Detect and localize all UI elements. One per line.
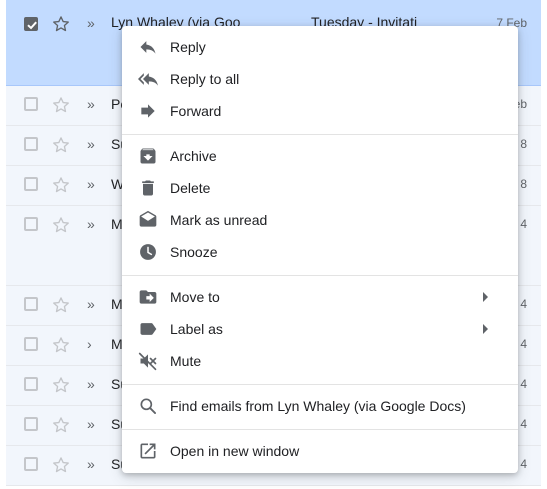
menu-item-label: Mark as unread [170, 212, 268, 228]
reply-all-icon [138, 73, 158, 86]
star-icon[interactable] [51, 295, 71, 315]
sender-name: M [111, 296, 123, 312]
menu-item-move-to[interactable]: Move to [122, 281, 518, 313]
menu-divider [122, 429, 518, 430]
importance-marker[interactable]: » [87, 296, 95, 312]
row-checkbox[interactable] [24, 137, 38, 151]
star-icon[interactable] [51, 175, 71, 195]
star-icon[interactable] [51, 95, 71, 115]
menu-item-reply[interactable]: Reply [122, 31, 518, 63]
menu-item-label: Snooze [170, 244, 218, 260]
check-icon [27, 21, 37, 30]
menu-item-label-as[interactable]: Label as [122, 313, 518, 345]
menu-item-delete[interactable]: Delete [122, 172, 518, 204]
star-icon[interactable] [51, 415, 71, 435]
sender-name: M [111, 336, 123, 352]
menu-item-find-emails[interactable]: Find emails from Lyn Whaley (via Google … [122, 390, 518, 422]
importance-marker[interactable]: » [87, 416, 95, 432]
menu-divider [122, 134, 518, 135]
menu-item-label: Reply to all [170, 71, 240, 87]
menu-item-label: Label as [170, 321, 223, 337]
email-date: 4 [520, 417, 527, 431]
menu-item-reply-all[interactable]: Reply to all [122, 63, 518, 95]
context-menu: Reply Reply to all Forward Archive Delet… [122, 26, 518, 473]
row-checkbox[interactable] [24, 377, 38, 391]
submenu-arrow-icon [483, 324, 488, 334]
menu-item-archive[interactable]: Archive [122, 140, 518, 172]
email-date: 8 [520, 137, 527, 151]
row-checkbox[interactable] [24, 457, 38, 471]
importance-marker[interactable]: » [87, 216, 95, 232]
menu-item-open-new-window[interactable]: Open in new window [122, 435, 518, 467]
forward-icon [141, 104, 155, 118]
menu-item-label: Reply [170, 39, 206, 55]
email-date: 4 [520, 217, 527, 231]
email-date: 8 [520, 177, 527, 191]
menu-item-label: Move to [170, 289, 220, 305]
menu-item-forward[interactable]: Forward [122, 95, 518, 127]
row-checkbox[interactable] [24, 177, 38, 191]
row-checkbox[interactable] [24, 417, 38, 431]
star-icon[interactable] [51, 455, 71, 475]
menu-item-snooze[interactable]: Snooze [122, 236, 518, 268]
mark-unread-icon [139, 210, 157, 227]
trash-icon [142, 180, 154, 196]
email-date: 4 [520, 297, 527, 311]
menu-item-mark-unread[interactable]: Mark as unread [122, 204, 518, 236]
open-in-new-icon [140, 443, 156, 459]
menu-item-label: Find emails from Lyn Whaley (via Google … [170, 398, 466, 414]
menu-item-label: Archive [170, 148, 217, 164]
star-icon[interactable] [51, 135, 71, 155]
menu-item-mute[interactable]: Mute [122, 345, 518, 377]
email-date: 4 [520, 337, 527, 351]
menu-item-label: Mute [170, 353, 202, 369]
star-icon[interactable] [51, 335, 71, 355]
menu-divider [122, 384, 518, 385]
submenu-arrow-icon [483, 292, 488, 302]
row-checkbox[interactable] [24, 297, 38, 311]
mute-icon [138, 352, 157, 371]
importance-marker[interactable]: » [87, 15, 95, 31]
row-checkbox-checked[interactable] [24, 17, 38, 31]
importance-marker[interactable]: » [87, 96, 95, 112]
row-checkbox[interactable] [24, 97, 38, 111]
sender-name: M [111, 216, 123, 232]
row-checkbox[interactable] [24, 217, 38, 231]
menu-item-label: Forward [170, 103, 222, 119]
row-checkbox[interactable] [24, 337, 38, 351]
label-icon [140, 323, 157, 335]
search-icon [140, 398, 156, 414]
star-icon[interactable] [51, 375, 71, 395]
email-date: 4 [520, 377, 527, 391]
email-date: 4 [520, 457, 527, 471]
archive-icon [140, 148, 156, 164]
importance-marker[interactable]: » [87, 176, 95, 192]
menu-divider [122, 275, 518, 276]
star-icon[interactable] [51, 215, 71, 235]
clock-icon [140, 244, 156, 260]
reply-icon [140, 41, 156, 54]
importance-marker[interactable]: » [87, 456, 95, 472]
move-to-folder-icon [139, 290, 157, 304]
menu-item-label: Delete [170, 180, 211, 196]
importance-marker[interactable]: » [87, 136, 95, 152]
star-icon[interactable] [51, 14, 71, 34]
menu-item-label: Open in new window [170, 443, 300, 459]
importance-marker[interactable]: › [87, 336, 92, 352]
importance-marker[interactable]: » [87, 376, 95, 392]
